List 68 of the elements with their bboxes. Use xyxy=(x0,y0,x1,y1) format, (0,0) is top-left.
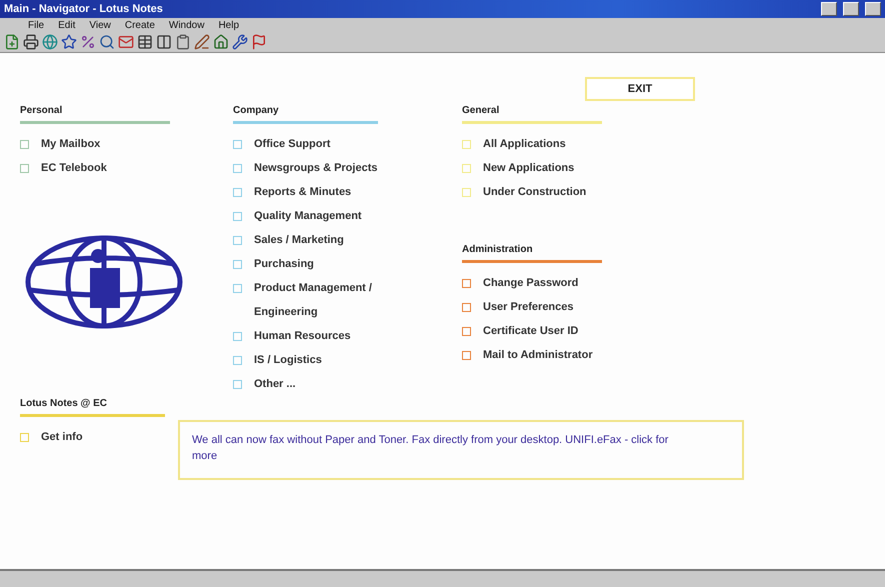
bullet-icon xyxy=(462,140,471,149)
navigator-link[interactable]: Sales / Marketing xyxy=(233,228,344,252)
bullet-icon xyxy=(20,140,29,149)
flag-icon[interactable] xyxy=(251,34,267,50)
navigator-link[interactable]: Change Password xyxy=(462,271,578,295)
bullet-icon xyxy=(233,356,242,365)
bullet-icon xyxy=(233,380,242,389)
globe-logo-icon xyxy=(24,234,184,330)
navigator-link[interactable]: Purchasing xyxy=(233,252,314,276)
percent-icon[interactable] xyxy=(80,34,96,50)
bullet-icon xyxy=(233,260,242,269)
navigator-link[interactable]: Reports & Minutes xyxy=(233,180,352,204)
bullet-icon xyxy=(462,351,471,360)
navigator-link[interactable]: Quality Management xyxy=(233,204,362,228)
bullet-icon xyxy=(233,284,242,293)
navigator-link[interactable]: All Applications xyxy=(462,132,566,156)
menu-item[interactable]: Window xyxy=(168,20,204,30)
clipboard-icon[interactable] xyxy=(175,34,191,50)
wrench-icon[interactable] xyxy=(232,34,248,50)
section-heading: General xyxy=(462,105,500,118)
columns-icon[interactable] xyxy=(156,34,172,50)
bullet-icon xyxy=(233,332,242,341)
bullet-icon xyxy=(462,164,471,173)
bullet-icon xyxy=(462,279,471,288)
bullet-icon xyxy=(233,212,242,221)
fax-banner-link[interactable]: We all can now fax without Paper and Toner. Fax directly from your desktop. UNIFI.eFax - click for more xyxy=(178,420,744,480)
menu-item[interactable]: File xyxy=(28,20,44,30)
navigator-link[interactable]: New Applications xyxy=(462,156,574,180)
navigator-link[interactable]: IS / Logistics xyxy=(233,348,322,372)
section-heading: Company xyxy=(233,105,280,118)
bullet-icon xyxy=(20,164,29,173)
navigator-link[interactable]: Mail to Administrator xyxy=(462,343,593,367)
menu-item[interactable]: Help xyxy=(218,20,240,30)
section-heading: Lotus Notes @ EC xyxy=(20,398,108,411)
navigator-link[interactable]: Other ... xyxy=(233,372,296,396)
printer-icon[interactable] xyxy=(23,34,39,50)
search-icon[interactable] xyxy=(99,34,115,50)
bullet-icon xyxy=(233,236,242,245)
menu-item[interactable]: View xyxy=(89,20,111,30)
navigator-link[interactable]: My Mailbox xyxy=(20,132,100,156)
bullet-icon xyxy=(233,164,242,173)
bullet-icon xyxy=(233,188,242,197)
bullet-icon xyxy=(462,188,471,197)
navigator-link[interactable]: Under Construction xyxy=(462,180,586,204)
pen-icon[interactable] xyxy=(194,34,210,50)
menu-item[interactable]: Create xyxy=(124,20,155,30)
menu-item[interactable]: Edit xyxy=(58,20,76,30)
navigator-link[interactable]: Newsgroups & Projects xyxy=(233,156,378,180)
bullet-icon xyxy=(462,303,471,312)
new-document-icon[interactable] xyxy=(4,34,20,50)
navigator-link[interactable]: Certificate User ID xyxy=(462,319,578,343)
navigator-link[interactable]: EC Telebook xyxy=(20,156,107,180)
mail-icon[interactable] xyxy=(118,34,134,50)
navigator-link[interactable]: Human Resources xyxy=(233,324,351,348)
navigator-link[interactable]: User Preferences xyxy=(462,295,574,319)
window-title: Main - Navigator - Lotus Notes xyxy=(4,3,164,15)
bullet-icon xyxy=(233,140,242,149)
section-heading: Administration xyxy=(462,244,534,257)
table-icon[interactable] xyxy=(137,34,153,50)
home-icon[interactable] xyxy=(213,34,229,50)
navigator-link[interactable]: Get info xyxy=(20,425,83,449)
navigator-link[interactable]: Product Management / Engineering xyxy=(233,276,434,324)
bullet-icon xyxy=(20,433,29,442)
star-icon[interactable] xyxy=(61,34,77,50)
navigator-link[interactable]: Office Support xyxy=(233,132,330,156)
section-heading: Personal xyxy=(20,105,64,118)
bullet-icon xyxy=(462,327,471,336)
exit-button[interactable]: EXIT xyxy=(585,77,695,101)
